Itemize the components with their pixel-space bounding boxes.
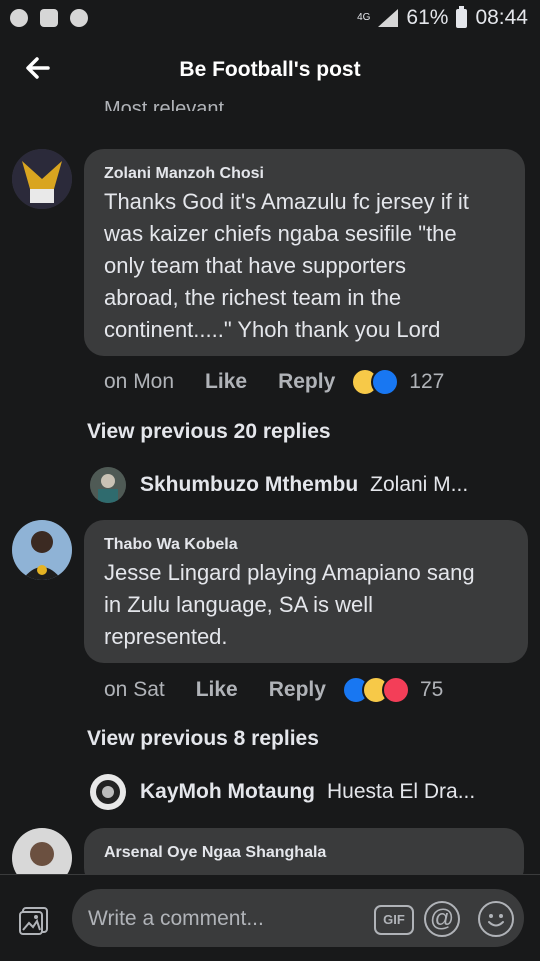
comment-line: represented. xyxy=(104,624,228,649)
reply-preview[interactable]: KayMoh Motaung Huesta El Dra... xyxy=(90,774,475,810)
gif-button[interactable]: GIF xyxy=(374,905,414,935)
comment-time: on Mon xyxy=(104,370,175,393)
avatar[interactable] xyxy=(12,520,72,580)
comment-text: Thanks God it's Amazulu fc jersey if it … xyxy=(104,186,519,346)
emoji-icon[interactable] xyxy=(478,901,514,937)
notification-icons xyxy=(10,9,88,27)
like-icon xyxy=(371,368,400,396)
comment-placeholder: Write a comment... xyxy=(88,907,264,930)
avatar[interactable] xyxy=(12,149,72,209)
reply-text: Huesta El Dra... xyxy=(326,780,476,803)
comment-line: Jesse Lingard playing Amapiano sang xyxy=(104,560,475,585)
chevron-down-icon: ⌄ xyxy=(232,102,244,111)
avatar[interactable] xyxy=(90,774,126,810)
comment-author[interactable]: Arsenal Oye Ngaa Shanghala xyxy=(104,844,326,862)
system-icons: 4G 61% 08:44 xyxy=(357,5,528,30)
comment-line: continent....." Yhoh thank you Lord xyxy=(104,317,441,342)
reply-button[interactable]: Reply xyxy=(278,370,335,394)
music-icon xyxy=(10,9,28,27)
post-header: Be Football's post xyxy=(0,38,540,104)
comment-author[interactable]: Zolani Manzoh Chosi xyxy=(104,165,264,183)
comment-actions: on Sat Like Reply 75 xyxy=(104,676,443,704)
network-type: 4G xyxy=(357,12,371,23)
like-button[interactable]: Like xyxy=(205,370,247,394)
comment-bubble: Thabo Wa Kobela Jesse Lingard playing Am… xyxy=(84,520,528,663)
status-bar: 4G 61% 08:44 xyxy=(0,0,540,38)
comment-actions: on Mon Like Reply 127 xyxy=(104,368,444,396)
clock: 08:44 xyxy=(475,6,528,29)
mention-button[interactable]: @ xyxy=(424,901,460,937)
page-title: Be Football's post xyxy=(179,58,361,81)
avatar[interactable] xyxy=(90,467,126,503)
comment-composer: Write a comment... GIF @ xyxy=(0,874,540,961)
reactions[interactable]: 75 xyxy=(341,676,444,704)
sort-dropdown[interactable]: Most relevant ⌄ xyxy=(104,91,244,111)
image-icon xyxy=(40,9,58,27)
comment-text: Jesse Lingard playing Amapiano sang in Z… xyxy=(104,557,519,653)
reply-button[interactable]: Reply xyxy=(269,678,326,702)
battery-percent: 61% xyxy=(406,6,449,29)
comment-line: abroad, the richest team in the xyxy=(104,285,402,310)
reply-text: Zolani M... xyxy=(370,473,469,496)
comment-author[interactable]: Thabo Wa Kobela xyxy=(104,536,238,554)
comment-time: on Sat xyxy=(104,678,165,701)
reply-author: Skhumbuzo Mthembu xyxy=(140,473,359,496)
view-previous-replies[interactable]: View previous 8 replies xyxy=(87,727,319,751)
settings-icon xyxy=(70,9,88,27)
comment-bubble: Zolani Manzoh Chosi Thanks God it's Amaz… xyxy=(84,149,525,356)
like-button[interactable]: Like xyxy=(196,678,238,702)
comment-line: in Zulu language, SA is well xyxy=(104,592,374,617)
reactions[interactable]: 127 xyxy=(351,368,444,396)
signal-icon xyxy=(378,9,399,27)
comment-line: Thanks God it's Amazulu fc jersey if it xyxy=(104,189,469,214)
battery-icon xyxy=(456,5,468,28)
reply-preview[interactable]: Skhumbuzo Mthembu Zolani M... xyxy=(90,467,468,503)
reply-author: KayMoh Motaung xyxy=(140,780,315,803)
comment-line: only team that have supporters xyxy=(104,253,407,278)
sort-label: Most relevant xyxy=(104,98,225,111)
reaction-count: 127 xyxy=(409,370,445,393)
reaction-count: 75 xyxy=(419,678,444,701)
photo-icon[interactable] xyxy=(18,905,50,937)
comment-line: was kaizer chiefs ngaba sesifile "the xyxy=(104,221,457,246)
love-icon xyxy=(381,676,410,704)
view-previous-replies[interactable]: View previous 20 replies xyxy=(87,420,331,444)
